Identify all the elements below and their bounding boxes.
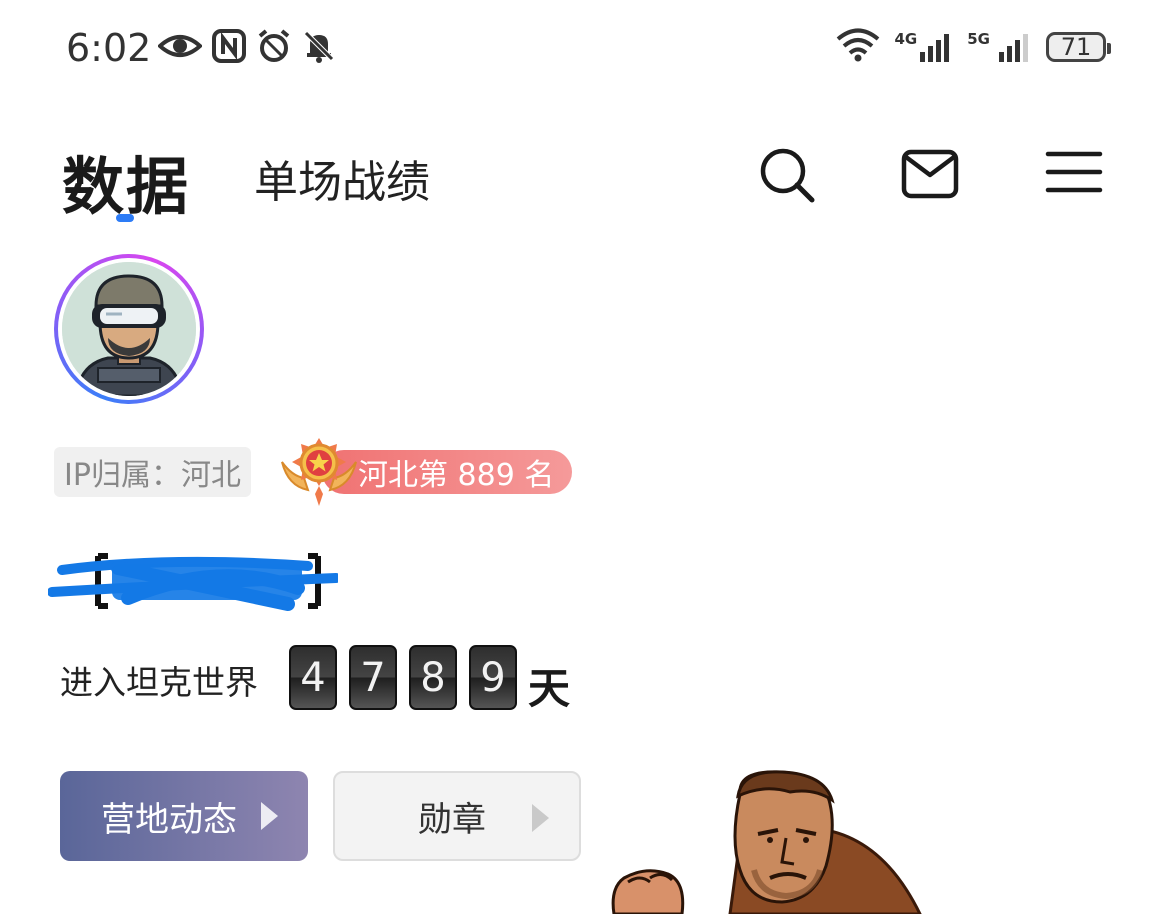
days-digit: 7 bbox=[349, 645, 397, 710]
soldier-avatar-image bbox=[62, 262, 196, 396]
status-icons-left bbox=[157, 28, 336, 68]
rank-star-emblem-icon bbox=[278, 436, 360, 508]
active-tab-indicator bbox=[116, 214, 134, 222]
player-name-redacted bbox=[47, 548, 341, 612]
signal-5g-icon: 5G bbox=[967, 32, 1032, 62]
alarm-icon bbox=[256, 28, 292, 68]
days-digit: 8 bbox=[409, 645, 457, 710]
tab-match-record[interactable]: 单场战绩 bbox=[254, 146, 430, 210]
days-digit: 9 bbox=[469, 645, 517, 710]
camp-activity-button[interactable]: 营地动态 bbox=[60, 771, 308, 861]
commander-character-illustration bbox=[610, 770, 940, 916]
camp-activity-label: 营地动态 bbox=[101, 799, 237, 840]
ip-location-label: IP归属：河北 bbox=[64, 458, 241, 493]
play-arrow-icon bbox=[532, 804, 549, 832]
network-label-2: 5G bbox=[967, 30, 990, 48]
mail-icon[interactable] bbox=[900, 144, 960, 204]
days-digit: 4 bbox=[289, 645, 337, 710]
tab-data[interactable]: 数据 bbox=[62, 136, 190, 226]
play-arrow-icon bbox=[261, 802, 278, 830]
signal-4g-icon: 4G bbox=[895, 32, 954, 62]
battery-icon: 71 bbox=[1046, 32, 1111, 62]
region-rank-text: 河北第 889 名 bbox=[358, 458, 555, 493]
eye-icon bbox=[157, 31, 203, 65]
days-unit: 天 bbox=[528, 664, 571, 713]
nfc-icon bbox=[212, 29, 246, 67]
status-icons-right: 4G 5G 71 bbox=[835, 28, 1111, 66]
network-label-1: 4G bbox=[894, 30, 918, 48]
menu-icon[interactable] bbox=[1044, 144, 1104, 204]
medals-label: 勋章 bbox=[418, 799, 486, 840]
ip-location-tag: IP归属：河北 bbox=[54, 447, 251, 497]
battery-level: 71 bbox=[1060, 33, 1092, 61]
search-icon[interactable] bbox=[756, 144, 816, 204]
wifi-icon bbox=[835, 28, 881, 66]
mute-icon bbox=[302, 29, 336, 67]
medals-button[interactable]: 勋章 bbox=[333, 771, 581, 861]
tank-world-days-label: 进入坦克世界 bbox=[60, 663, 258, 702]
status-time: 6:02 bbox=[66, 26, 152, 70]
avatar[interactable] bbox=[54, 254, 204, 404]
